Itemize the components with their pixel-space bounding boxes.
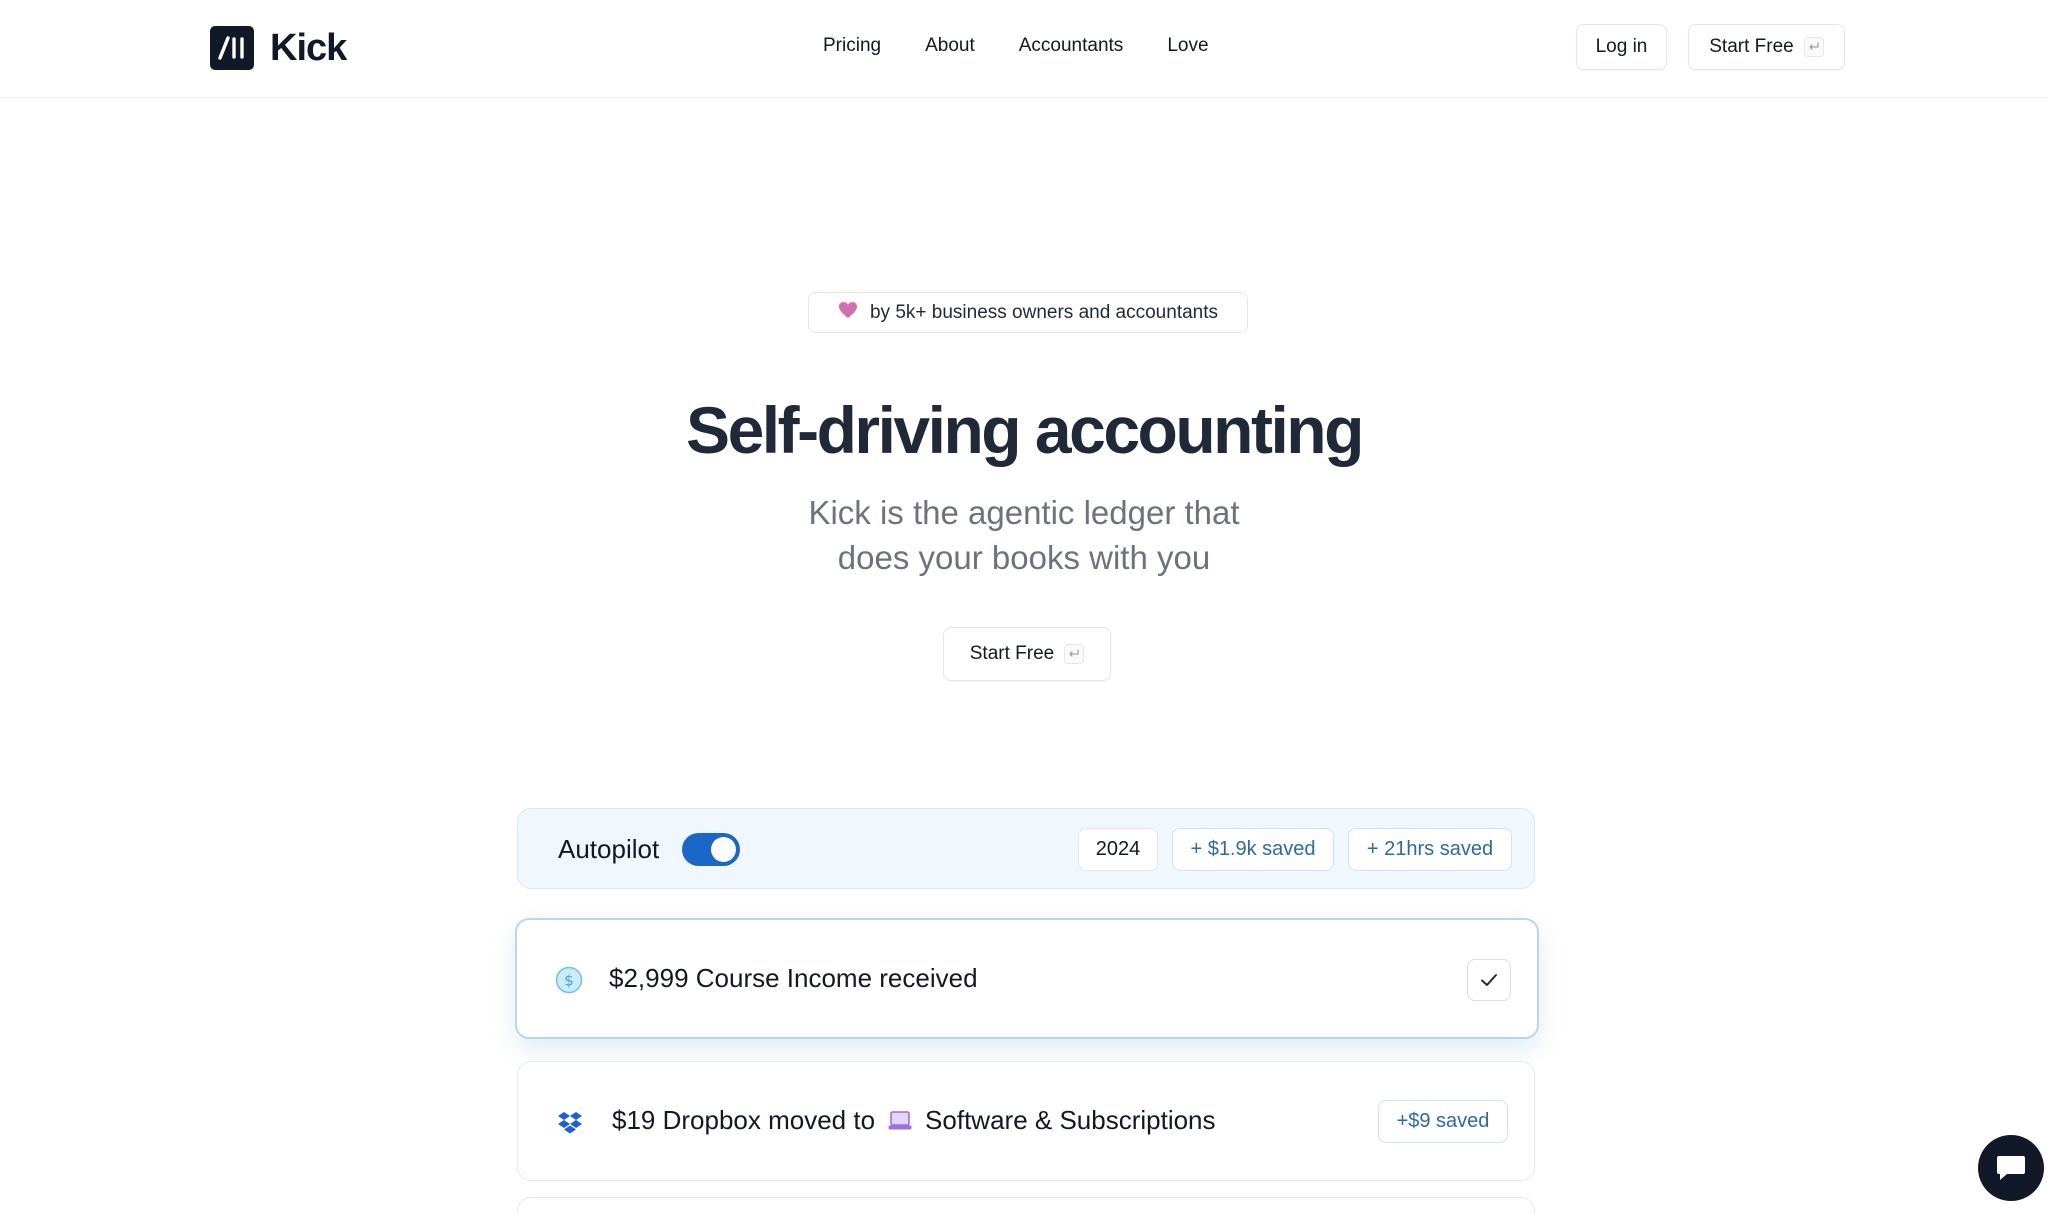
- svg-text:$: $: [564, 972, 574, 990]
- kick-logo-icon: [210, 26, 254, 70]
- nav-pricing[interactable]: Pricing: [823, 35, 881, 57]
- feed-item-text: $2,999 Course Income received: [609, 963, 978, 993]
- dropbox-icon: [556, 1108, 584, 1141]
- badge-text: by 5k+ business owners and accountants: [869, 301, 1219, 323]
- site-header: Kick Pricing About Accountants Love Log …: [0, 0, 2048, 98]
- money-saved-pill: + $1.9k saved: [1172, 828, 1334, 871]
- year-pill[interactable]: 2024: [1078, 828, 1158, 871]
- header-start-free-button[interactable]: Start Free: [1688, 24, 1845, 70]
- confirm-check-button[interactable]: [1467, 959, 1511, 1001]
- enter-key-icon: [1064, 644, 1085, 664]
- login-button[interactable]: Log in: [1576, 24, 1667, 70]
- dollar-coin-icon: $: [555, 966, 583, 999]
- hero-subtitle-line-2: does your books with you: [837, 539, 1211, 576]
- check-icon: [1481, 974, 1497, 986]
- time-saved-pill: + 21hrs saved: [1348, 828, 1512, 871]
- autopilot-label: Autopilot: [558, 834, 660, 864]
- chat-bubble-icon: [1997, 1156, 2025, 1180]
- hero-start-free-button[interactable]: Start Free: [943, 627, 1111, 681]
- login-label: Log in: [1595, 36, 1648, 57]
- autopilot-toggle[interactable]: [682, 833, 740, 866]
- toggle-knob: [711, 837, 736, 862]
- main-nav: Pricing About Accountants Love: [823, 35, 1209, 57]
- enter-key-icon: [1803, 37, 1824, 57]
- nav-accountants[interactable]: Accountants: [1019, 35, 1124, 57]
- hero-subtitle-line-1: Kick is the agentic ledger that: [808, 494, 1240, 531]
- laptop-icon: [887, 1110, 913, 1132]
- feed-item-course-income[interactable]: $ $2,999 Course Income received: [515, 918, 1539, 1039]
- chat-launcher-button[interactable]: [1978, 1135, 2044, 1201]
- feed-item-text: $19 Dropbox moved to Software & Subscrip…: [612, 1105, 1216, 1136]
- heart-icon: [838, 301, 858, 325]
- hero-cta-label: Start Free: [969, 643, 1055, 664]
- brand-logo[interactable]: Kick: [210, 26, 347, 70]
- hero-subtitle: Kick is the agentic ledger that does you…: [724, 490, 1324, 580]
- start-free-label: Start Free: [1709, 36, 1794, 57]
- category-name: Software & Subscriptions: [925, 1105, 1216, 1135]
- feed-saved-chip: +$9 saved: [1378, 1100, 1508, 1143]
- hero-title: Self-driving accounting: [686, 393, 1364, 467]
- nav-about[interactable]: About: [925, 35, 975, 57]
- feed-item-dropbox[interactable]: $19 Dropbox moved to Software & Subscrip…: [517, 1061, 1535, 1181]
- nav-love[interactable]: Love: [1167, 35, 1208, 57]
- brand-name: Kick: [270, 26, 347, 69]
- page: Kick Pricing About Accountants Love Log …: [0, 0, 2048, 1214]
- social-proof-badge: by 5k+ business owners and accountants: [808, 292, 1248, 333]
- autopilot-bar: Autopilot 2024 + $1.9k saved + 21hrs sav…: [517, 808, 1535, 889]
- feed-item-next: [517, 1197, 1535, 1214]
- feed-item-text-before: $19 Dropbox moved to: [612, 1105, 876, 1135]
